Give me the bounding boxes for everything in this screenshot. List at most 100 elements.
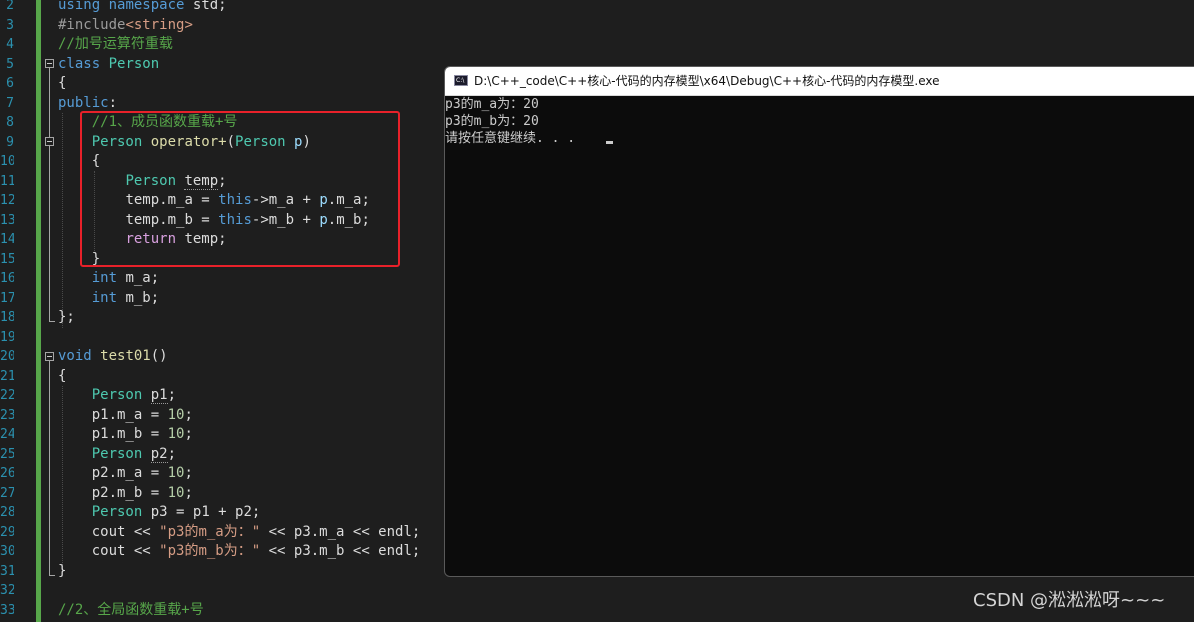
- code-line-23[interactable]: p1.m_a = 10;: [58, 406, 193, 426]
- number-literal: 10: [167, 465, 185, 481]
- line-number: 4: [6, 37, 14, 52]
- line-number: 2: [6, 0, 14, 13]
- watermark: CSDN @淞淞淞呀~~~: [973, 590, 1166, 611]
- operator: +: [209, 504, 236, 520]
- code-line-18[interactable]: };: [58, 308, 75, 328]
- line-number: 29: [0, 524, 14, 540]
- console-cursor: [606, 141, 613, 144]
- line-number: 33: [0, 602, 14, 618]
- member-access: .m_b =: [108, 484, 168, 501]
- semicolon: ;: [167, 445, 177, 462]
- keyword: void: [58, 348, 92, 364]
- line-number: 3: [6, 17, 14, 33]
- console-title: D:\C++_code\C++核心-代码的内存模型\x64\Debug\C++核…: [474, 74, 940, 88]
- type-name: Person: [91, 387, 143, 403]
- code-line-5[interactable]: class Person: [58, 55, 159, 75]
- code-line-20[interactable]: void test01(): [58, 347, 168, 367]
- code-line-3[interactable]: #include<string>: [58, 16, 193, 36]
- console-app-icon: C:\: [454, 75, 468, 86]
- brace: {: [58, 367, 67, 384]
- string-literal: "p3的m_a为：": [159, 523, 261, 540]
- code-line-31[interactable]: }: [58, 562, 66, 582]
- code-line-16[interactable]: int m_a;: [58, 269, 159, 289]
- code-line-26[interactable]: p2.m_a = 10;: [58, 464, 193, 484]
- line-number: 31: [0, 563, 14, 579]
- member-declaration: m_a;: [125, 270, 160, 286]
- code-line-21[interactable]: {: [58, 367, 66, 387]
- code-line-27[interactable]: p2.m_b = 10;: [58, 484, 193, 504]
- member-access: .m_b =: [108, 426, 168, 442]
- change-indicator-bar: [36, 0, 41, 622]
- fold-toggle-class[interactable]: [45, 59, 54, 68]
- number-literal: 10: [167, 406, 185, 423]
- line-number: 13: [0, 212, 14, 228]
- function-name: test01: [100, 348, 151, 364]
- line-number: 20: [0, 349, 14, 364]
- line-number: 8: [6, 115, 14, 130]
- keyword: namespace: [108, 0, 185, 13]
- code-line-33[interactable]: //2、全局函数重载+号: [58, 601, 204, 621]
- stream-output: cout <<: [91, 543, 160, 559]
- variable-name: p1: [150, 387, 168, 404]
- string-literal: "p3的m_b为：": [159, 543, 261, 559]
- code-line-17[interactable]: int m_b;: [58, 289, 159, 309]
- fold-range-line: [49, 68, 50, 321]
- fold-toggle-operator[interactable]: [45, 137, 54, 146]
- colon: :: [108, 94, 118, 111]
- console-window[interactable]: C:\ D:\C++_code\C++核心-代码的内存模型\x64\Debug\…: [444, 66, 1194, 577]
- code-line-28[interactable]: Person p3 = p1 + p2;: [58, 503, 261, 523]
- preprocessor-directive: #include: [58, 16, 126, 33]
- namespace-name: std;: [192, 0, 227, 13]
- code-line-2[interactable]: using namespace std;: [58, 0, 227, 16]
- code-line-24[interactable]: p1.m_b = 10;: [58, 425, 193, 445]
- code-line-29[interactable]: cout << "p3的m_a为：" << p3.m_a << endl;: [58, 523, 421, 543]
- semicolon: ;: [184, 465, 193, 481]
- variable-name: p2: [91, 484, 109, 501]
- fold-toggle-test01[interactable]: [45, 352, 54, 361]
- line-number: 12: [0, 193, 14, 208]
- line-number: 25: [0, 446, 14, 462]
- code-line-25[interactable]: Person p2;: [58, 445, 176, 465]
- keyword: int: [91, 270, 118, 286]
- paren: (): [150, 348, 168, 364]
- code-line-6[interactable]: {: [58, 74, 66, 94]
- line-number: 18: [0, 310, 14, 325]
- code-line-30[interactable]: cout << "p3的m_b为：" << p3.m_b << endl;: [58, 542, 421, 562]
- variable-name: p1: [91, 426, 109, 442]
- member-access: .m_b << endl;: [310, 543, 421, 559]
- highlight-annotation-box: [80, 111, 400, 267]
- keyword: class: [58, 55, 101, 72]
- brace: };: [58, 309, 75, 325]
- line-number: 11: [0, 173, 14, 189]
- line-number: 9: [6, 134, 14, 150]
- variable-name: p1: [91, 406, 109, 423]
- class-name: Person: [108, 55, 160, 72]
- code-line-22[interactable]: Person p1;: [58, 386, 176, 406]
- brace: {: [58, 75, 67, 91]
- member-access: .m_a =: [108, 465, 168, 481]
- console-output-line: p3的m_a为：20: [445, 97, 539, 112]
- brace: }: [58, 562, 67, 579]
- console-title-bar[interactable]: C:\ D:\C++_code\C++核心-代码的内存模型\x64\Debug\…: [445, 67, 1194, 96]
- member-access: .m_a << endl;: [310, 523, 421, 540]
- comment: //加号运算符重载: [58, 36, 173, 52]
- include-header: <string>: [125, 16, 193, 33]
- variable-name: p2: [91, 465, 109, 481]
- operator: <<: [260, 543, 294, 559]
- keyword: int: [91, 289, 118, 306]
- code-line-4[interactable]: //加号运算符重载: [58, 35, 173, 55]
- line-number: 27: [0, 485, 14, 501]
- line-number: 30: [0, 544, 14, 559]
- line-number: 5: [6, 56, 14, 72]
- line-number: 32: [0, 583, 14, 598]
- variable-name: p3: [293, 543, 311, 559]
- line-number: 10: [0, 154, 14, 169]
- fold-range-end: [49, 321, 55, 322]
- operator: <<: [260, 523, 294, 540]
- fold-range-line: [49, 361, 50, 575]
- member-declaration: m_b;: [125, 289, 160, 306]
- variable-name: p1: [192, 504, 210, 520]
- semicolon: ;: [167, 387, 177, 403]
- line-number: 6: [6, 76, 14, 91]
- line-number: 7: [6, 95, 14, 111]
